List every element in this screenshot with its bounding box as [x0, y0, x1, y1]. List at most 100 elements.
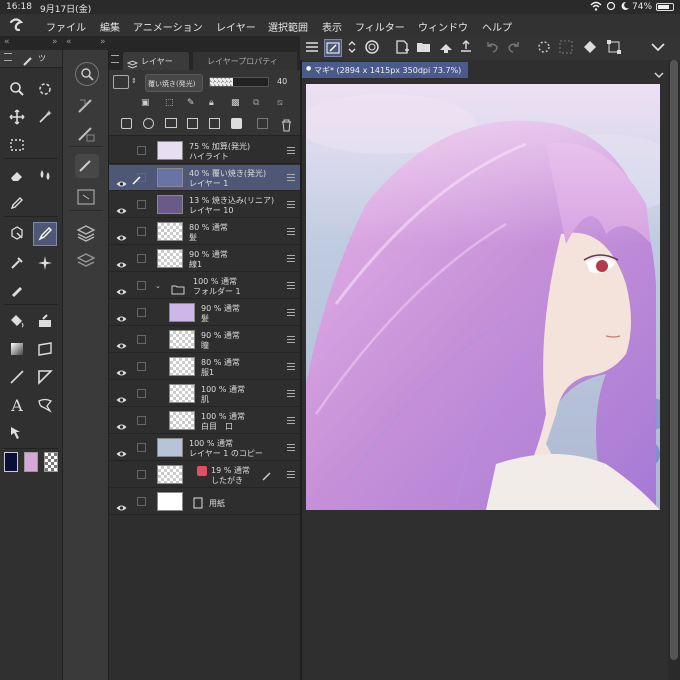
canvas-tab[interactable]: ● マギ* (2894 x 1415px 350dpi 73.7%) [302, 62, 468, 78]
companion-icon[interactable] [364, 39, 382, 57]
eye-icon[interactable] [116, 362, 127, 376]
eye-icon[interactable] [116, 416, 127, 430]
layer-menu-icon[interactable] [287, 417, 295, 424]
dropdown-arrows-icon[interactable] [346, 39, 364, 57]
tab-layer-property[interactable]: レイヤープロパティ [193, 52, 297, 70]
eye-icon[interactable] [116, 281, 127, 295]
transparent-color-swatch[interactable] [44, 452, 58, 472]
pen-tool-icon[interactable] [6, 192, 28, 214]
layer-checkbox[interactable] [137, 227, 146, 236]
layer-row[interactable]: 13 % 焼き込み(リニア) レイヤー 10 [109, 192, 301, 218]
layer-color-icon[interactable] [113, 75, 129, 89]
layer-menu-icon[interactable] [287, 444, 295, 451]
undo-icon[interactable] [484, 39, 502, 57]
menu-icon[interactable] [304, 39, 322, 57]
eye-icon[interactable] [116, 497, 127, 511]
layer-checkbox[interactable] [137, 200, 146, 209]
lock-icon[interactable]: 🔒︎ [209, 98, 214, 108]
eye-icon[interactable] [116, 308, 127, 322]
frame-border-icon[interactable] [34, 338, 56, 360]
artwork-canvas[interactable] [306, 84, 660, 510]
zoom-tool-icon[interactable] [6, 78, 28, 100]
layer-row[interactable]: 19 % 通常 したがき [109, 462, 301, 488]
eraser-icon[interactable] [6, 164, 28, 186]
layer-menu-icon[interactable] [287, 255, 295, 262]
eye-hidden-icon[interactable] [116, 146, 127, 154]
subtool-pen-a-icon[interactable] [75, 94, 97, 120]
layer-row[interactable]: 100 % 通常 レイヤー 1 のコピー [109, 435, 301, 461]
collapse-left-icon[interactable]: « [4, 37, 10, 47]
eye-icon[interactable] [116, 173, 127, 187]
new-folder-icon[interactable] [165, 118, 177, 128]
panel-menu-icon[interactable] [111, 55, 119, 63]
clear-selection-icon[interactable] [558, 39, 576, 57]
eye-icon[interactable] [116, 254, 127, 268]
text-tool-icon[interactable]: A [6, 394, 28, 416]
layer-menu-icon[interactable] [287, 363, 295, 370]
eye-icon[interactable] [116, 389, 127, 403]
edit-toggle-icon[interactable] [324, 39, 342, 57]
main-color-swatch[interactable] [4, 452, 18, 472]
tab-layer[interactable]: レイヤー [123, 52, 189, 70]
layer-row[interactable]: 40 % 覆い焼き(発光) レイヤー 1 [109, 165, 301, 191]
menu-animation[interactable]: アニメーション [133, 19, 203, 34]
layer-checkbox[interactable] [137, 146, 146, 155]
sparkle-icon[interactable] [34, 252, 56, 274]
expand-right-icon[interactable]: » [52, 37, 58, 47]
menu-window[interactable]: ウィンドウ [418, 19, 468, 34]
layer-checkbox[interactable] [137, 389, 146, 398]
gradient-icon[interactable] [6, 338, 28, 360]
close-dot-icon[interactable]: ● [306, 65, 311, 72]
menu-file[interactable]: ファイル [46, 19, 86, 34]
bucket-fill-icon[interactable] [6, 310, 28, 332]
folder-chevron-icon[interactable]: ⌄ [155, 282, 161, 290]
expand-right-icon-2[interactable]: » [100, 37, 106, 47]
layer-stack-icon[interactable] [75, 222, 97, 248]
menu-filter[interactable]: フィルター [355, 19, 405, 34]
correct-line-icon[interactable] [6, 422, 28, 444]
open-folder-icon[interactable] [416, 39, 434, 57]
layer-menu-icon[interactable] [287, 336, 295, 343]
new-file-icon[interactable] [394, 39, 412, 57]
trash-icon[interactable] [281, 117, 292, 136]
sub-color-swatch[interactable] [24, 452, 38, 472]
subtool-brush-icon[interactable] [75, 154, 99, 178]
magic-wand-icon[interactable] [34, 106, 56, 128]
layer-menu-icon[interactable] [287, 471, 295, 478]
layer-row[interactable]: 用紙 [109, 489, 301, 515]
balloon-tool-icon[interactable] [34, 394, 56, 416]
clip-icon[interactable]: ▣ [141, 98, 150, 108]
redo-icon[interactable] [506, 39, 524, 57]
layer-checkbox[interactable] [137, 416, 146, 425]
fill-icon[interactable] [582, 39, 600, 57]
new-raster-layer-icon[interactable] [121, 118, 132, 129]
combine-layer-icon[interactable] [209, 118, 220, 129]
ruler-tool-icon[interactable] [34, 366, 56, 388]
layer-row[interactable]: 90 % 通常瞳 [109, 327, 301, 353]
subtool-material-icon[interactable] [75, 186, 97, 212]
layer-row[interactable]: 80 % 通常 服1 [109, 354, 301, 380]
layer-checkbox[interactable] [137, 470, 146, 479]
eye-hidden-icon[interactable] [116, 470, 127, 478]
menu-edit[interactable]: 編集 [100, 19, 120, 34]
layer-row[interactable]: 75 % 加算(発光) ハイライト [109, 138, 301, 164]
layer-row[interactable]: 90 % 通常 線1 [109, 246, 301, 272]
layer-menu-icon[interactable] [287, 390, 295, 397]
navigator-icon[interactable] [75, 62, 99, 86]
ruler-enable-icon[interactable]: ⧅ [277, 98, 283, 108]
eye-icon[interactable] [116, 443, 127, 457]
line-tool-icon[interactable] [6, 366, 28, 388]
opacity-slider[interactable] [209, 77, 269, 87]
apply-mask-icon[interactable] [257, 118, 268, 129]
lock-alpha-icon[interactable]: ▩ [231, 98, 240, 108]
brush-tool-icon[interactable] [33, 222, 57, 246]
pencil-eraser-icon[interactable] [6, 280, 28, 302]
subtool-tab-label[interactable]: ツ [38, 53, 46, 64]
move-tool-icon[interactable] [6, 106, 28, 128]
blend-drops-icon[interactable] [34, 164, 56, 186]
layer-search-icon[interactable] [75, 250, 97, 276]
menu-layer[interactable]: レイヤー [216, 19, 256, 34]
layer-checkbox[interactable] [137, 362, 146, 371]
layer-checkbox[interactable] [137, 497, 146, 506]
layer-mask-icon[interactable] [231, 118, 242, 129]
